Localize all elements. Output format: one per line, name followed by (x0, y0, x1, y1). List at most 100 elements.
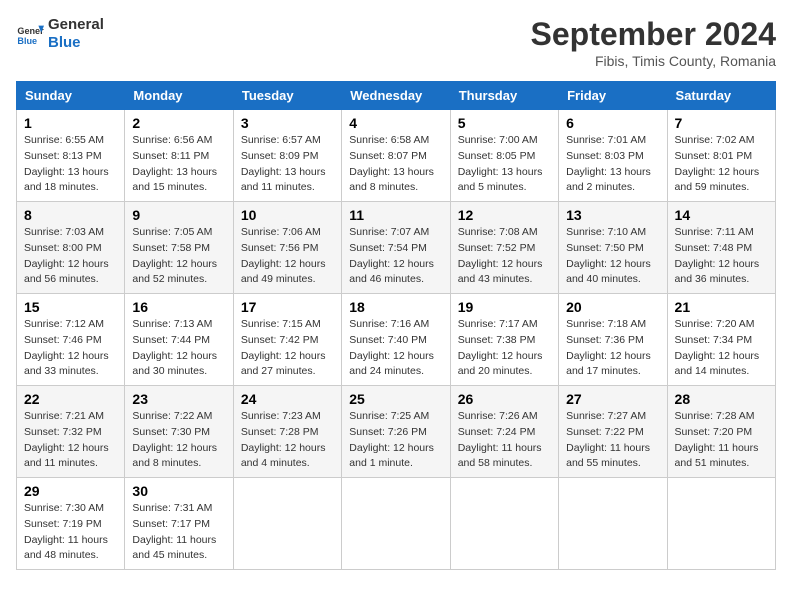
day-number: 26 (458, 391, 551, 407)
day-number: 2 (132, 115, 225, 131)
calendar-cell: 14 Sunrise: 7:11 AM Sunset: 7:48 PM Dayli… (667, 202, 775, 294)
week-row-5: 29 Sunrise: 7:30 AM Sunset: 7:19 PM Dayli… (17, 478, 776, 570)
calendar-cell: 21 Sunrise: 7:20 AM Sunset: 7:34 PM Dayli… (667, 294, 775, 386)
calendar-cell: 3 Sunrise: 6:57 AM Sunset: 8:09 PM Daylig… (233, 110, 341, 202)
day-info: Sunrise: 6:56 AM Sunset: 8:11 PM Dayligh… (132, 133, 225, 196)
calendar-cell: 1Sunrise: 6:55 AM Sunset: 8:13 PM Daylig… (17, 110, 125, 202)
day-number: 17 (241, 299, 334, 315)
day-number: 8 (24, 207, 117, 223)
day-number: 19 (458, 299, 551, 315)
day-number: 20 (566, 299, 659, 315)
logo-icon: General Blue (16, 20, 44, 48)
col-header-tuesday: Tuesday (233, 82, 341, 110)
calendar-cell: 29 Sunrise: 7:30 AM Sunset: 7:19 PM Dayli… (17, 478, 125, 570)
day-info: Sunrise: 7:08 AM Sunset: 7:52 PM Dayligh… (458, 225, 551, 288)
day-number: 11 (349, 207, 442, 223)
col-header-wednesday: Wednesday (342, 82, 450, 110)
calendar-cell: 17Sunrise: 7:15 AM Sunset: 7:42 PM Dayli… (233, 294, 341, 386)
calendar-table: SundayMondayTuesdayWednesdayThursdayFrid… (16, 81, 776, 570)
calendar-cell: 22 Sunrise: 7:21 AM Sunset: 7:32 PM Dayli… (17, 386, 125, 478)
day-info: Sunrise: 7:03 AM Sunset: 8:00 PM Dayligh… (24, 225, 117, 288)
day-number: 10 (241, 207, 334, 223)
calendar-cell (342, 478, 450, 570)
day-info: Sunrise: 7:10 AM Sunset: 7:50 PM Dayligh… (566, 225, 659, 288)
title-block: September 2024 Fibis, Timis County, Roma… (531, 16, 776, 69)
day-number: 4 (349, 115, 442, 131)
day-number: 14 (675, 207, 768, 223)
week-row-4: 22 Sunrise: 7:21 AM Sunset: 7:32 PM Dayli… (17, 386, 776, 478)
day-info: Sunrise: 7:30 AM Sunset: 7:19 PM Dayligh… (24, 501, 117, 564)
week-row-3: 15 Sunrise: 7:12 AM Sunset: 7:46 PM Dayli… (17, 294, 776, 386)
calendar-cell: 20 Sunrise: 7:18 AM Sunset: 7:36 PM Dayli… (559, 294, 667, 386)
day-info: Sunrise: 7:02 AM Sunset: 8:01 PM Dayligh… (675, 133, 768, 196)
calendar-cell: 30 Sunrise: 7:31 AM Sunset: 7:17 PM Dayli… (125, 478, 233, 570)
calendar-cell: 11 Sunrise: 7:07 AM Sunset: 7:54 PM Dayli… (342, 202, 450, 294)
day-info: Sunrise: 7:20 AM Sunset: 7:34 PM Dayligh… (675, 317, 768, 380)
page-header: General Blue General Blue September 2024… (16, 16, 776, 69)
day-number: 28 (675, 391, 768, 407)
calendar-cell: 28 Sunrise: 7:28 AM Sunset: 7:20 PM Dayli… (667, 386, 775, 478)
day-info: Sunrise: 7:16 AM Sunset: 7:40 PM Dayligh… (349, 317, 442, 380)
col-header-saturday: Saturday (667, 82, 775, 110)
day-info: Sunrise: 7:11 AM Sunset: 7:48 PM Dayligh… (675, 225, 768, 288)
calendar-header-row: SundayMondayTuesdayWednesdayThursdayFrid… (17, 82, 776, 110)
col-header-thursday: Thursday (450, 82, 558, 110)
day-number: 3 (241, 115, 334, 131)
day-number: 1 (24, 115, 117, 131)
day-info: Sunrise: 7:05 AM Sunset: 7:58 PM Dayligh… (132, 225, 225, 288)
day-info: Sunrise: 7:21 AM Sunset: 7:32 PM Dayligh… (24, 409, 117, 472)
day-number: 7 (675, 115, 768, 131)
day-info: Sunrise: 7:26 AM Sunset: 7:24 PM Dayligh… (458, 409, 551, 472)
day-info: Sunrise: 6:57 AM Sunset: 8:09 PM Dayligh… (241, 133, 334, 196)
day-number: 22 (24, 391, 117, 407)
calendar-cell: 10 Sunrise: 7:06 AM Sunset: 7:56 PM Dayli… (233, 202, 341, 294)
day-number: 27 (566, 391, 659, 407)
day-info: Sunrise: 7:27 AM Sunset: 7:22 PM Dayligh… (566, 409, 659, 472)
calendar-cell: 27 Sunrise: 7:27 AM Sunset: 7:22 PM Dayli… (559, 386, 667, 478)
calendar-cell: 25 Sunrise: 7:25 AM Sunset: 7:26 PM Dayli… (342, 386, 450, 478)
day-number: 29 (24, 483, 117, 499)
day-info: Sunrise: 7:13 AM Sunset: 7:44 PM Dayligh… (132, 317, 225, 380)
day-number: 21 (675, 299, 768, 315)
calendar-cell: 9 Sunrise: 7:05 AM Sunset: 7:58 PM Daylig… (125, 202, 233, 294)
day-info: Sunrise: 6:58 AM Sunset: 8:07 PM Dayligh… (349, 133, 442, 196)
day-number: 24 (241, 391, 334, 407)
day-number: 9 (132, 207, 225, 223)
day-number: 23 (132, 391, 225, 407)
logo: General Blue General Blue (16, 16, 104, 52)
day-number: 13 (566, 207, 659, 223)
calendar-cell: 18Sunrise: 7:16 AM Sunset: 7:40 PM Dayli… (342, 294, 450, 386)
calendar-cell: 13 Sunrise: 7:10 AM Sunset: 7:50 PM Dayli… (559, 202, 667, 294)
day-info: Sunrise: 7:28 AM Sunset: 7:20 PM Dayligh… (675, 409, 768, 472)
calendar-cell (559, 478, 667, 570)
day-number: 25 (349, 391, 442, 407)
month-title: September 2024 (531, 16, 776, 53)
calendar-cell: 19 Sunrise: 7:17 AM Sunset: 7:38 PM Dayli… (450, 294, 558, 386)
calendar-cell: 12Sunrise: 7:08 AM Sunset: 7:52 PM Dayli… (450, 202, 558, 294)
day-info: Sunrise: 7:25 AM Sunset: 7:26 PM Dayligh… (349, 409, 442, 472)
day-info: Sunrise: 7:17 AM Sunset: 7:38 PM Dayligh… (458, 317, 551, 380)
day-info: Sunrise: 7:07 AM Sunset: 7:54 PM Dayligh… (349, 225, 442, 288)
day-number: 5 (458, 115, 551, 131)
day-info: Sunrise: 7:06 AM Sunset: 7:56 PM Dayligh… (241, 225, 334, 288)
calendar-cell (450, 478, 558, 570)
week-row-2: 8 Sunrise: 7:03 AM Sunset: 8:00 PM Daylig… (17, 202, 776, 294)
day-info: Sunrise: 7:22 AM Sunset: 7:30 PM Dayligh… (132, 409, 225, 472)
calendar-cell (667, 478, 775, 570)
calendar-cell: 4 Sunrise: 6:58 AM Sunset: 8:07 PM Daylig… (342, 110, 450, 202)
day-number: 15 (24, 299, 117, 315)
day-info: Sunrise: 7:18 AM Sunset: 7:36 PM Dayligh… (566, 317, 659, 380)
calendar-cell: 23 Sunrise: 7:22 AM Sunset: 7:30 PM Dayli… (125, 386, 233, 478)
day-number: 16 (132, 299, 225, 315)
calendar-cell: 7 Sunrise: 7:02 AM Sunset: 8:01 PM Daylig… (667, 110, 775, 202)
day-info: Sunrise: 7:00 AM Sunset: 8:05 PM Dayligh… (458, 133, 551, 196)
day-info: Sunrise: 7:12 AM Sunset: 7:46 PM Dayligh… (24, 317, 117, 380)
calendar-cell: 6 Sunrise: 7:01 AM Sunset: 8:03 PM Daylig… (559, 110, 667, 202)
day-info: Sunrise: 7:01 AM Sunset: 8:03 PM Dayligh… (566, 133, 659, 196)
day-info: Sunrise: 7:31 AM Sunset: 7:17 PM Dayligh… (132, 501, 225, 564)
col-header-monday: Monday (125, 82, 233, 110)
day-number: 30 (132, 483, 225, 499)
day-number: 6 (566, 115, 659, 131)
calendar-cell (233, 478, 341, 570)
calendar-cell: 24Sunrise: 7:23 AM Sunset: 7:28 PM Dayli… (233, 386, 341, 478)
